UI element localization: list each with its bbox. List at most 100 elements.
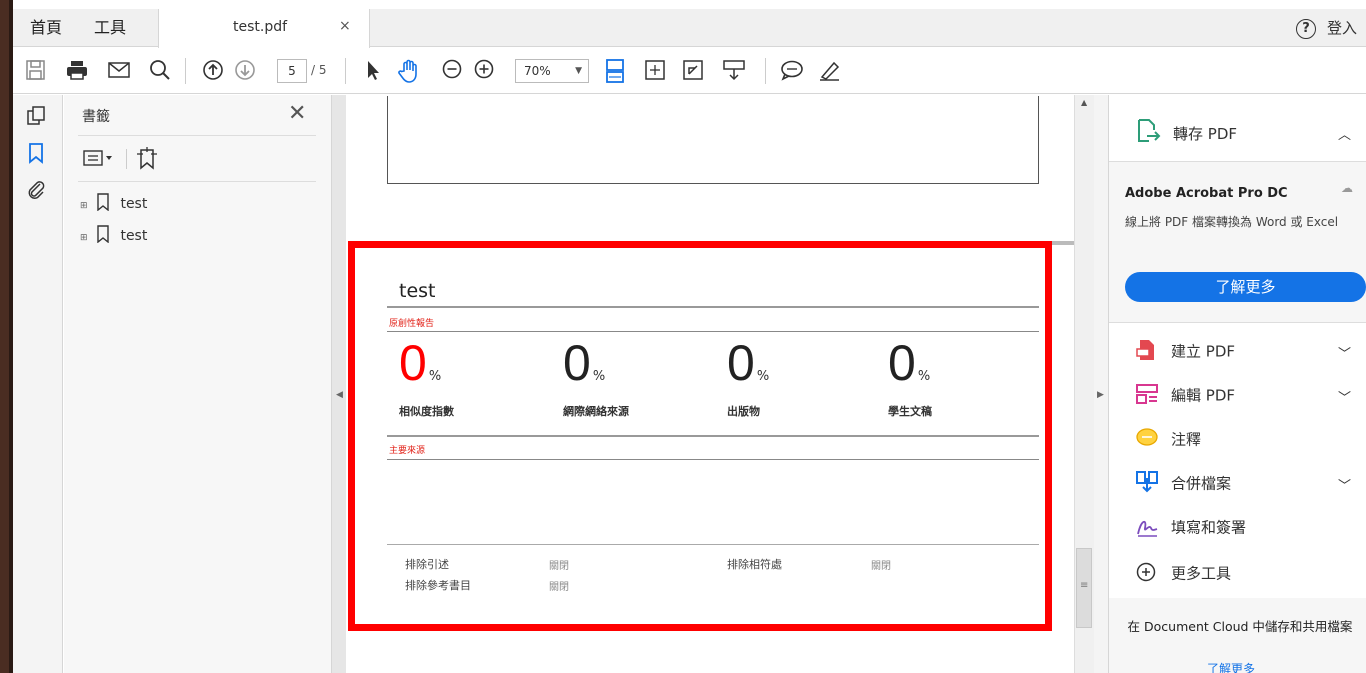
student-papers-value: 0 — [888, 335, 916, 391]
comment-icon — [1135, 426, 1161, 454]
percent-unit: % — [592, 369, 606, 384]
export-pdf-title[interactable]: 轉存 PDF — [1173, 123, 1237, 144]
bookmark-options-icon[interactable] — [82, 147, 118, 173]
bookmark-item[interactable]: ⊞ test — [80, 225, 147, 244]
page-thumbnails-icon[interactable] — [25, 105, 47, 131]
exclude-matches-value: 關閉 — [871, 561, 891, 572]
fit-page-icon[interactable] — [643, 58, 667, 86]
publications-label: 出版物 — [727, 405, 760, 418]
primary-sources-title: 主要來源 — [389, 446, 426, 456]
attachment-icon[interactable] — [25, 178, 47, 204]
publications-value: 0 — [727, 335, 755, 391]
previous-page-icon[interactable] — [201, 58, 225, 86]
navigation-rail — [13, 95, 63, 673]
expand-right-panel-icon[interactable]: ▶ — [1097, 390, 1104, 400]
promo-title: Adobe Acrobat Pro DC — [1125, 186, 1288, 201]
internet-sources-metric: 0% — [563, 338, 605, 388]
divider — [126, 149, 127, 169]
highlight-pen-icon[interactable] — [817, 58, 843, 86]
tab-document[interactable]: test.pdf × — [158, 9, 370, 48]
bookmark-item[interactable]: ⊞ test — [80, 193, 147, 212]
tool-create-pdf[interactable]: 建立 PDF — [1135, 338, 1235, 366]
expand-icon[interactable]: ⊞ — [80, 201, 88, 211]
scroll-up-icon[interactable]: ▲ — [1081, 98, 1087, 107]
document-tab-label: test.pdf — [233, 19, 288, 35]
originality-section-title: 原創性報告 — [389, 319, 435, 329]
tool-label: 填寫和簽署 — [1171, 518, 1247, 537]
document-cloud-text: 在 Document Cloud 中儲存和共用檔案 — [1127, 619, 1353, 634]
expand-icon[interactable]: ⊞ — [80, 233, 88, 243]
select-cursor-icon[interactable] — [363, 58, 383, 86]
save-icon[interactable] — [25, 58, 47, 86]
similarity-metric: 0% — [399, 338, 441, 388]
help-icon[interactable]: ? — [1296, 19, 1316, 39]
read-mode-icon[interactable] — [721, 58, 747, 86]
tab-home[interactable]: 首頁 — [30, 9, 62, 47]
exclude-bibliography-value: 關閉 — [549, 582, 569, 593]
comment-icon[interactable] — [779, 58, 805, 86]
learn-more-button[interactable]: 了解更多 — [1125, 272, 1366, 302]
page-divider — [1052, 241, 1074, 245]
combine-files-icon — [1135, 470, 1161, 498]
full-screen-icon[interactable] — [681, 58, 705, 86]
tool-label: 合併檔案 — [1171, 474, 1232, 493]
main-toolbar: 5 / 5 70% ▼ — [13, 48, 1366, 94]
similarity-label: 相似度指數 — [399, 405, 454, 418]
email-icon[interactable] — [107, 58, 131, 86]
create-pdf-icon — [1135, 338, 1161, 366]
desktop-edge — [0, 0, 13, 673]
print-icon[interactable] — [65, 58, 89, 86]
chevron-up-icon[interactable]: ︿ — [1338, 124, 1351, 143]
percent-unit: % — [428, 369, 442, 384]
grip-icon: ≡ — [1080, 580, 1089, 591]
document-cloud-link[interactable]: 了解更多 — [1207, 660, 1255, 673]
fit-width-icon[interactable] — [603, 58, 627, 88]
search-icon[interactable] — [148, 58, 172, 86]
chevron-down-icon[interactable]: ﹀ — [1338, 475, 1351, 494]
chevron-down-icon: ▼ — [575, 66, 582, 76]
bookmark-icon — [97, 193, 109, 212]
chevron-down-icon[interactable]: ﹀ — [1338, 387, 1351, 406]
internet-sources-value: 0 — [563, 335, 591, 391]
next-page-icon[interactable] — [233, 58, 257, 86]
tool-combine-files[interactable]: 合併檔案 — [1135, 470, 1231, 498]
tool-edit-pdf[interactable]: 編輯 PDF — [1135, 382, 1235, 410]
chevron-down-icon[interactable]: ﹀ — [1338, 343, 1351, 362]
publications-metric: 0% — [727, 338, 769, 388]
divider — [387, 544, 1039, 545]
collapse-left-panel-icon[interactable]: ◀ — [336, 390, 343, 400]
percent-unit: % — [917, 369, 931, 384]
add-icon — [1135, 561, 1161, 587]
panel-gap — [1094, 95, 1108, 673]
zoom-in-icon[interactable] — [473, 58, 495, 84]
bookmark-icon — [97, 225, 109, 244]
close-icon[interactable]: ✕ — [288, 101, 306, 126]
new-bookmark-icon[interactable] — [134, 145, 160, 175]
divider — [78, 181, 316, 182]
exclude-matches-label: 排除相符處 — [727, 558, 782, 571]
exclude-quotes-value: 關閉 — [549, 561, 569, 572]
close-tab-button[interactable]: × — [339, 18, 351, 34]
login-link[interactable]: 登入 — [1327, 9, 1357, 47]
export-pdf-icon — [1135, 118, 1161, 148]
exclude-quotes-label: 排除引述 — [405, 558, 449, 571]
page-number-input[interactable]: 5 — [277, 59, 307, 83]
tab-tools[interactable]: 工具 — [94, 9, 126, 47]
tool-fill-sign[interactable]: 填寫和簽署 — [1135, 514, 1246, 542]
tool-comment[interactable]: 注釋 — [1135, 426, 1201, 454]
zoom-out-icon[interactable] — [441, 58, 463, 84]
tool-label: 更多工具 — [1171, 564, 1232, 583]
bookmark-label: test — [120, 228, 148, 244]
bookmarks-title: 書籤 — [82, 109, 110, 125]
toolbar-separator — [345, 58, 346, 84]
bookmark-label: test — [120, 196, 148, 212]
cloud-icon: ☁ — [1341, 181, 1353, 195]
toolbar-separator — [765, 58, 766, 84]
bookmark-icon[interactable] — [25, 142, 47, 168]
tool-label: 建立 PDF — [1171, 342, 1235, 361]
divider — [78, 135, 316, 136]
divider — [387, 459, 1039, 460]
tool-more-tools[interactable]: 更多工具 — [1135, 561, 1231, 587]
zoom-select[interactable]: 70% ▼ — [515, 59, 589, 83]
hand-tool-icon[interactable] — [397, 58, 423, 88]
